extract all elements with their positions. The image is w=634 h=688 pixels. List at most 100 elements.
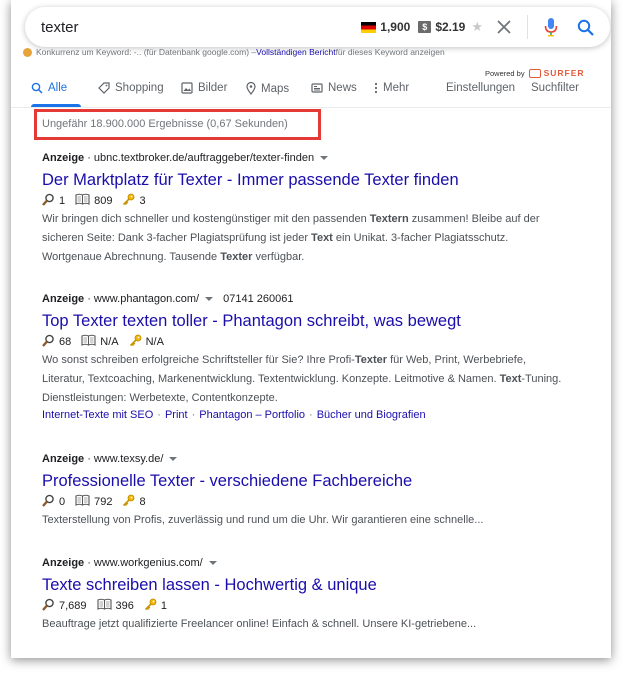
book-icon — [75, 494, 90, 509]
ad-result: Anzeige · www.phantagon.com/07141 260061 T… — [42, 291, 562, 421]
settings-link[interactable]: Einstellungen — [446, 82, 515, 94]
surfer-logo-icon — [528, 68, 541, 78]
surfer-brand: SURFER — [543, 68, 585, 78]
search-bar[interactable]: texter 1,900 $ $2.19 ★ — [25, 7, 610, 47]
tab-label: Mehr — [383, 82, 410, 94]
ad-url[interactable]: · www.texsy.de/ — [87, 453, 163, 465]
ad-url[interactable]: · www.phantagon.com/ — [87, 293, 199, 305]
powered-by-surfer[interactable]: Powered by SURFER — [485, 68, 585, 78]
ad-url[interactable]: · www.workgenius.com/ — [87, 557, 203, 569]
search-input[interactable]: texter — [41, 19, 361, 36]
search-volume: 1,900 — [361, 20, 410, 34]
cpc-info: $ $2.19 — [418, 20, 465, 34]
keyword-metrics: 7,689 396 1 — [42, 597, 562, 614]
ad-title-link[interactable]: Professionelle Texter - verschiedene Fac… — [42, 470, 562, 492]
keyword-metrics: 1 809 3 — [42, 192, 562, 209]
tab-more[interactable]: Mehr — [374, 82, 409, 94]
book-icon — [96, 598, 112, 613]
chevron-down-icon[interactable] — [169, 457, 178, 461]
microphone-icon — [544, 18, 558, 37]
keyword-metrics: 68 N/A N/A — [42, 333, 562, 350]
ad-sitelinks: Internet-Texte mit SEO · Print · Phantagon –… — [42, 409, 562, 421]
key-metric: N/A — [129, 334, 164, 350]
key-metric: 1 — [144, 598, 167, 614]
keywords-everywhere-icon — [23, 47, 32, 57]
germany-flag-icon — [361, 21, 377, 33]
ad-header: Anzeige · www.phantagon.com/07141 260061 — [42, 291, 562, 307]
ad-description: Texterstellung von Profis, zuverlässig u… — [42, 514, 484, 526]
ad-description: Wo sonst schreiben erfolgreiche Schrifts… — [42, 354, 562, 404]
search-icon — [31, 82, 43, 94]
tab-maps[interactable]: Maps — [246, 82, 289, 95]
search-tools-link[interactable]: Suchfilter — [531, 82, 579, 94]
sitelink[interactable]: Phantagon – Portfolio — [199, 409, 305, 421]
key-metric-value: 1 — [160, 599, 168, 612]
search-divider — [527, 15, 528, 39]
key-metric-value: 8 — [139, 495, 146, 508]
book-metric-value: N/A — [100, 335, 119, 348]
sitelink-separator: · — [157, 409, 161, 421]
ad-url[interactable]: · ubnc.textbroker.de/auftraggeber/texter… — [87, 152, 314, 164]
chevron-down-icon[interactable] — [320, 156, 329, 160]
tag-icon — [98, 82, 110, 94]
tab-images[interactable]: Bilder — [181, 82, 227, 94]
search-metric: 0 — [42, 494, 65, 510]
full-report-link[interactable]: Vollständigen Bericht — [256, 47, 335, 57]
ad-title-link[interactable]: Top Texter texten toller - Phantagon sch… — [42, 310, 562, 332]
clear-search-button[interactable] — [493, 16, 515, 38]
book-metric: 809 — [75, 193, 112, 208]
ad-label: Anzeige — [42, 152, 85, 164]
chevron-down-icon[interactable] — [205, 297, 214, 301]
tab-all[interactable]: Alle — [31, 82, 67, 94]
key-metric: 8 — [122, 494, 146, 510]
book-icon — [81, 334, 96, 349]
voice-search-button[interactable] — [540, 16, 562, 38]
sitelink[interactable]: Print — [165, 409, 188, 421]
browser-frame: texter 1,900 $ $2.19 ★ Konkurrenz um Key… — [11, 0, 611, 658]
chevron-down-icon[interactable] — [208, 561, 217, 565]
book-icon — [75, 193, 90, 208]
search-icon — [577, 19, 594, 36]
ad-phone[interactable]: 07141 260061 — [223, 293, 293, 305]
dollar-icon: $ — [418, 21, 432, 33]
key-metric-value: 3 — [139, 194, 146, 207]
search-tools-label: Suchfilter — [531, 82, 579, 94]
close-icon — [497, 20, 511, 34]
ad-title-link[interactable]: Der Marktplatz für Texter - Immer passen… — [42, 169, 562, 191]
ad-url-text: www.phantagon.com/ — [93, 293, 200, 305]
magnifier-icon — [42, 494, 55, 510]
search-metric: 7,689 — [42, 598, 87, 614]
more-vert-icon — [374, 82, 378, 94]
tab-shopping[interactable]: Shopping — [98, 82, 164, 94]
key-icon — [144, 598, 157, 614]
ad-url-text: ubnc.textbroker.de/auftraggeber/texter-f… — [93, 152, 315, 164]
sitelink[interactable]: Bücher und Biografien — [317, 409, 426, 421]
keyword-competition-row: Konkurrenz um Keyword: -.. (für Datenban… — [23, 47, 445, 57]
key-metric-value: N/A — [145, 335, 164, 348]
sitelink-separator: · — [191, 409, 196, 421]
search-button[interactable] — [574, 16, 596, 38]
tab-label: Shopping — [115, 82, 164, 94]
settings-label: Einstellungen — [446, 82, 516, 94]
ad-result: Anzeige · ubnc.textbroker.de/auftraggeber… — [42, 150, 562, 267]
star-icon[interactable]: ★ — [471, 19, 483, 35]
search-metric-value: 1 — [59, 194, 66, 207]
sitelink[interactable]: Internet-Texte mit SEO — [42, 409, 153, 421]
book-metric-value: 792 — [94, 495, 113, 508]
ad-title-link[interactable]: Texte schreiben lassen - Hochwertig & un… — [42, 574, 562, 596]
key-icon — [129, 334, 142, 350]
powered-by-label: Powered by — [485, 68, 525, 78]
magnifier-icon — [42, 193, 55, 209]
competition-suffix: für dieses Keyword anzeigen — [335, 47, 445, 57]
tab-label: Alle — [48, 82, 68, 94]
tab-news[interactable]: News — [311, 82, 357, 94]
sitelink-separator: · — [309, 409, 313, 421]
magnifier-icon — [42, 598, 55, 614]
cpc-value: $2.19 — [435, 20, 466, 34]
search-metric-value: 0 — [59, 495, 66, 508]
search-volume-value: 1,900 — [380, 20, 411, 34]
key-icon — [122, 494, 135, 510]
active-tab-indicator — [31, 104, 81, 107]
search-metric: 1 — [42, 193, 65, 209]
ad-label: Anzeige — [42, 293, 85, 305]
